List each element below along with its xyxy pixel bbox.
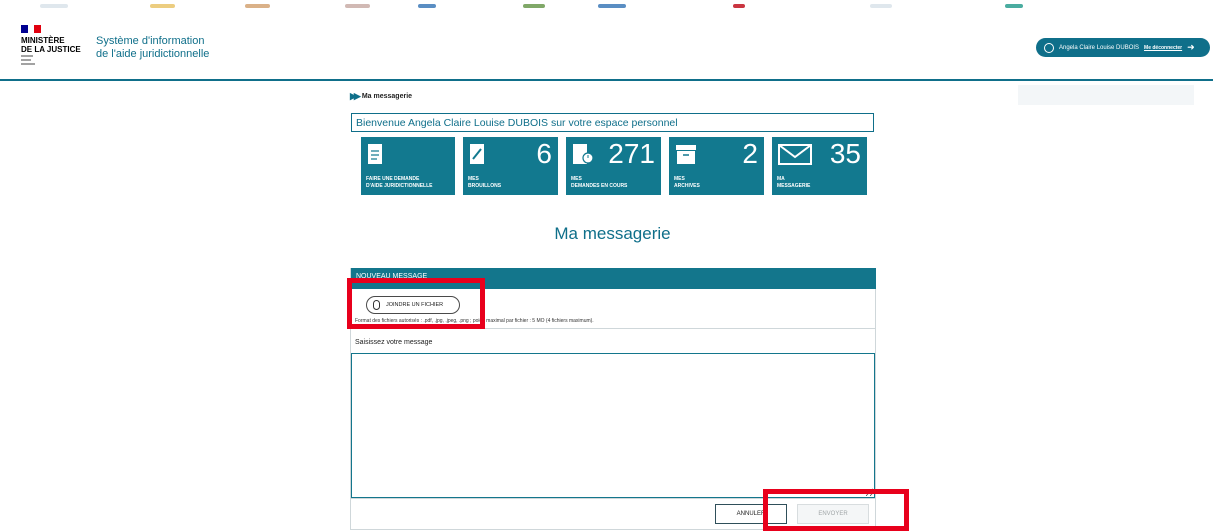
divider [351,498,876,499]
header-divider [0,79,1213,81]
tile-label: MES BROUILLONS [468,176,502,189]
tile-archives[interactable]: 2 MES ARCHIVES [669,137,764,195]
user-menu[interactable]: Angela Claire Louise DUBOIS Me déconnect… [1036,38,1210,57]
message-textarea[interactable] [351,353,875,498]
french-flag-icon [21,25,42,33]
tile-label: MES ARCHIVES [674,176,700,189]
document-icon [368,144,382,164]
browser-top-strip [0,0,1213,18]
archive-icon [676,145,696,164]
file-format-note: Format des fichiers autorisés : .pdf, .j… [355,318,594,324]
attach-file-label: JOINDRE UN FICHIER [386,302,444,308]
tile-count: 6 [536,138,552,169]
cancel-button[interactable]: ANNULER [715,504,787,524]
user-name: Angela Claire Louise DUBOIS [1059,44,1140,51]
tile-messaging[interactable]: 35 MA MESSAGERIE [772,137,867,195]
divider [351,328,876,329]
ministry-logo[interactable]: MINISTÈRE DE LA JUSTICE [21,25,81,73]
breadcrumb: ▶▶ Ma messagerie [350,91,412,102]
page-title: Ma messagerie [554,224,671,243]
tile-label: FAIRE UNE DEMANDE D'AIDE JURIDICTIONNELLE [366,176,433,189]
ministry-name: MINISTÈRE DE LA JUSTICE [21,36,81,54]
paperclip-icon [373,300,380,310]
tile-new-request[interactable]: FAIRE UNE DEMANDE D'AIDE JURIDICTIONNELLE [361,137,455,195]
breadcrumb-current: Ma messagerie [361,93,413,100]
message-label: Saisissez votre message [355,339,433,346]
tile-pending-requests[interactable]: 271 MES DEMANDES EN COURS [566,137,661,195]
site-header: MINISTÈRE DE LA JUSTICE Système d'inform… [0,18,1213,80]
draft-icon [470,144,484,164]
tile-count: 2 [742,138,758,169]
app-title: Système d'information de l'aide juridict… [96,35,210,60]
logout-link[interactable]: Me déconnecter [1144,45,1182,51]
attach-file-button[interactable]: JOINDRE UN FICHIER [366,296,460,314]
tile-label: MES DEMANDES EN COURS [571,176,628,189]
send-button[interactable]: ENVOYER [797,504,869,524]
logout-icon[interactable]: ➜ [1187,43,1195,52]
motto-mark [21,55,35,65]
welcome-banner: Bienvenue Angela Claire Louise DUBOIS su… [351,113,874,132]
user-icon [1044,42,1054,53]
tile-count: 271 [608,138,655,169]
tile-label: MA MESSAGERIE [777,176,811,189]
chevron-right-icon: ▶▶ [350,91,361,101]
tile-count: 35 [829,138,861,169]
envelope-icon [778,144,812,165]
pending-document-icon [573,144,594,164]
faded-button [1018,85,1194,105]
tile-drafts[interactable]: 6 MES BROUILLONS [463,137,558,195]
message-panel-header: NOUVEAU MESSAGE [351,268,876,289]
